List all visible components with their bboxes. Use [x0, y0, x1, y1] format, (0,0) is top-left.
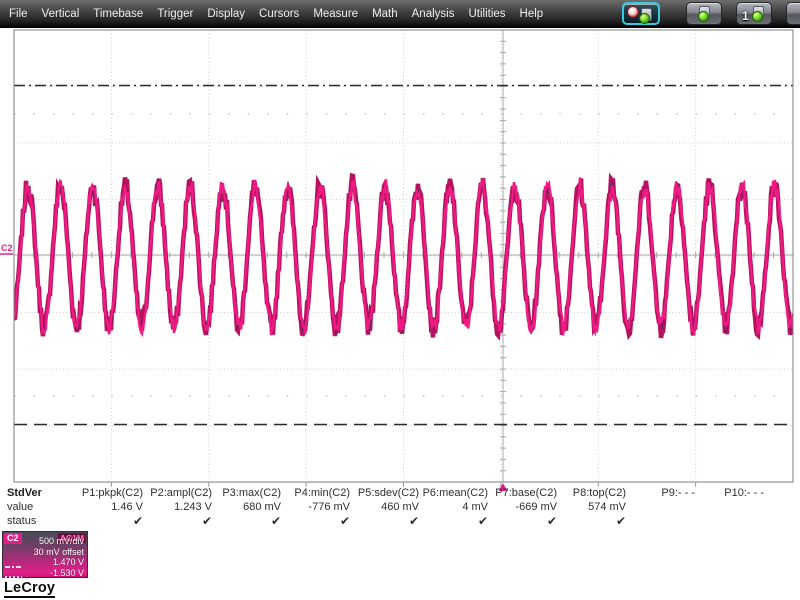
dash-dot-level-icon: [5, 566, 22, 568]
measure-label[interactable]: P3:max(C2): [212, 486, 281, 500]
green-orb-icon: [752, 11, 763, 22]
measure-value: 574 mV: [588, 501, 626, 513]
measurement-panel: StdVer value status P1:pkpk(C2) 1.46 V ✔ P2…: [0, 484, 800, 530]
waveform-display: C2: [0, 28, 800, 494]
menu-item-trigger[interactable]: Trigger: [150, 0, 200, 28]
lecroy-logo: LeCroy: [4, 580, 56, 598]
measure-status-check: ✔: [615, 514, 626, 528]
channel-c2-descriptor[interactable]: C2 AC1M 500 mV/div 30 mV offset 1.470 V …: [2, 531, 88, 578]
menu-item-utilities[interactable]: Utilities: [461, 0, 512, 28]
measure-value: 680 mV: [243, 501, 281, 513]
menu-item-timebase[interactable]: Timebase: [86, 0, 150, 28]
menu-item-display[interactable]: Display: [200, 0, 252, 28]
measure-column-p10[interactable]: P10:- - -: [695, 486, 764, 528]
measure-column-p3[interactable]: P3:max(C2) 680 mV ✔: [212, 486, 281, 528]
measure-label[interactable]: P1:pkpk(C2): [74, 486, 143, 500]
measure-label[interactable]: P6:mean(C2): [419, 486, 488, 500]
measure-status-check: ✔: [546, 514, 557, 528]
green-orb-icon: [698, 11, 709, 22]
measure-label[interactable]: P5:sdev(C2): [350, 486, 419, 500]
measure-value-row-label: value: [7, 501, 34, 513]
channel-badge: C2: [4, 533, 22, 544]
channel-c2-level-marker[interactable]: C2: [1, 243, 13, 253]
menu-item-analysis[interactable]: Analysis: [405, 0, 462, 28]
measure-status-row-label: status: [7, 515, 37, 527]
measure-status-check: ✔: [201, 514, 212, 528]
measure-label[interactable]: P8:top(C2): [557, 486, 626, 500]
measure-value: 460 mV: [381, 501, 419, 513]
measure-row-headers: StdVer value status: [7, 486, 42, 528]
menu-item-cursors[interactable]: Cursors: [252, 0, 306, 28]
channel-settings: 500 mV/div 30 mV offset 1.470 V -1.530 V: [34, 536, 84, 578]
menu-item-measure[interactable]: Measure: [306, 0, 365, 28]
measure-value: 4 mV: [462, 501, 488, 513]
measure-status-check: ✔: [477, 514, 488, 528]
menu-item-help[interactable]: Help: [513, 0, 551, 28]
dotted-level-icon: [5, 576, 22, 578]
button-number-label: 1: [742, 9, 749, 23]
measure-status-check: ✔: [132, 514, 143, 528]
clock-tool-button[interactable]: [622, 2, 660, 25]
channel-upper-level: 1.470 V: [52, 557, 84, 568]
measure-column-p1[interactable]: P1:pkpk(C2) 1.46 V ✔: [74, 486, 143, 528]
menu-item-vertical[interactable]: Vertical: [35, 0, 87, 28]
measure-column-p4[interactable]: P4:min(C2) -776 mV ✔: [281, 486, 350, 528]
measure-value: 1.243 V: [174, 501, 212, 513]
measure-value: -776 mV: [308, 501, 350, 513]
alarm-clock-icon: [627, 6, 639, 18]
partial-tool-button[interactable]: [786, 2, 800, 25]
channel-scale: 500 mV/div: [38, 536, 84, 546]
measure-label[interactable]: P4:min(C2): [281, 486, 350, 500]
measure-column-p7[interactable]: P7:base(C2) -669 mV ✔: [488, 486, 557, 528]
measure-column-p9[interactable]: P9:- - -: [626, 486, 695, 528]
menu-item-file[interactable]: File: [2, 0, 35, 28]
display-tool-button[interactable]: [686, 2, 722, 25]
channel-lower-level: -1.530 V: [49, 567, 84, 578]
measure-value: 1.46 V: [111, 501, 143, 513]
menu-bar: File Vertical Timebase Trigger Display Cursor…: [0, 0, 800, 28]
measure-status-check: ✔: [408, 514, 419, 528]
measure-column-p2[interactable]: P2:ampl(C2) 1.243 V ✔: [143, 486, 212, 528]
measure-label[interactable]: P2:ampl(C2): [143, 486, 212, 500]
measure-column-p5[interactable]: P5:sdev(C2) 460 mV ✔: [350, 486, 419, 528]
green-orb-icon: [639, 13, 650, 24]
channel-offset: 30 mV offset: [33, 546, 84, 557]
measure-label[interactable]: P10:- - -: [695, 486, 764, 500]
measure-label[interactable]: P7:base(C2): [488, 486, 557, 500]
measure-value: -669 mV: [515, 501, 557, 513]
measure-column-p6[interactable]: P6:mean(C2) 4 mV ✔: [419, 486, 488, 528]
measure-column-p8[interactable]: P8:top(C2) 574 mV ✔: [557, 486, 626, 528]
menu-item-math[interactable]: Math: [365, 0, 405, 28]
measure-status-check: ✔: [270, 514, 281, 528]
display-1-tool-button[interactable]: 1: [736, 2, 772, 25]
measure-mode-label: StdVer: [7, 487, 42, 499]
measure-label[interactable]: P9:- - -: [626, 486, 695, 500]
measure-status-check: ✔: [339, 514, 350, 528]
measure-columns: P1:pkpk(C2) 1.46 V ✔ P2:ampl(C2) 1.243 V ✔ P3:…: [74, 486, 764, 528]
